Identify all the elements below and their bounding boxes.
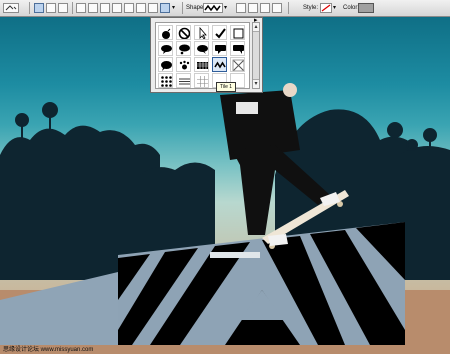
paw-icon[interactable] xyxy=(176,57,191,72)
bomb-icon[interactable] xyxy=(158,25,173,40)
zigzag-tile-icon[interactable] xyxy=(212,57,227,72)
picker-menu-arrow-icon[interactable]: ▸ xyxy=(254,17,264,25)
rounded-rectangle-button[interactable] xyxy=(112,3,122,13)
speech-bubble-icon[interactable] xyxy=(158,41,173,56)
paths-button[interactable] xyxy=(46,3,56,13)
grid-tile-icon[interactable] xyxy=(194,73,209,88)
combine-button[interactable] xyxy=(236,3,246,13)
zigzag-shape-icon xyxy=(204,4,221,12)
ellipse-tool-button[interactable] xyxy=(124,3,134,13)
shape-grid: Tile 1 xyxy=(155,22,250,92)
tool-preset-button[interactable] xyxy=(3,3,19,13)
pen-tool-button[interactable] xyxy=(76,3,86,13)
cursor-icon[interactable] xyxy=(194,25,209,40)
intersect-button[interactable] xyxy=(260,3,270,13)
line-tool-button[interactable] xyxy=(148,3,158,13)
rect-bubble-icon[interactable] xyxy=(230,41,245,56)
speech-bubble-icon[interactable] xyxy=(194,41,209,56)
shape-layers-button[interactable] xyxy=(34,3,44,13)
style-label: Style: xyxy=(303,5,319,11)
separator xyxy=(288,2,289,14)
rectangle-tool-button[interactable] xyxy=(100,3,110,13)
shape-dropdown-chevron-icon[interactable]: ▾ xyxy=(224,3,230,13)
no-style-slash-icon xyxy=(321,4,331,12)
fill-pixels-button[interactable] xyxy=(58,3,68,13)
thought-bubble-icon[interactable] xyxy=(176,41,191,56)
watermark: 思缘设计论坛 www.missyuan.com xyxy=(3,347,94,353)
separator xyxy=(72,2,73,14)
style-dropdown-chevron-icon[interactable]: ▾ xyxy=(333,3,339,13)
separator xyxy=(182,2,183,14)
picker-scrollbar[interactable]: ▴ ▾ xyxy=(252,22,260,89)
custom-shape-tool-icon xyxy=(5,5,17,11)
polygon-tool-button[interactable] xyxy=(136,3,146,13)
color-swatch[interactable] xyxy=(358,3,374,13)
color-label: Color: xyxy=(343,5,360,11)
shape-selector[interactable] xyxy=(203,3,223,13)
shape-tooltip: Tile 1 xyxy=(216,82,237,92)
texture-tile-icon[interactable] xyxy=(230,57,245,72)
custom-shape-picker: Tile 1 ▴ ▾ ▸ xyxy=(150,17,263,93)
exclude-button[interactable] xyxy=(272,3,282,13)
custom-shape-button[interactable] xyxy=(160,3,170,13)
dots-tile-icon[interactable] xyxy=(158,73,173,88)
blank-square-icon[interactable] xyxy=(230,25,245,40)
options-bar: ▾ Shape: ▾ Style: ▾ Color: xyxy=(0,0,450,17)
dense-grid-icon[interactable] xyxy=(194,57,209,72)
text-tile-icon[interactable] xyxy=(176,73,191,88)
scroll-down-arrow-icon[interactable]: ▾ xyxy=(253,79,259,88)
round-bubble-icon[interactable] xyxy=(158,57,173,72)
checkmark-icon[interactable] xyxy=(212,25,227,40)
rect-bubble-icon[interactable] xyxy=(212,41,227,56)
no-sign-icon[interactable] xyxy=(176,25,191,40)
geometry-options-chevron-icon[interactable]: ▾ xyxy=(172,3,180,13)
subtract-button[interactable] xyxy=(248,3,258,13)
separator xyxy=(29,2,30,14)
style-swatch[interactable] xyxy=(320,3,332,13)
freeform-pen-button[interactable] xyxy=(88,3,98,13)
